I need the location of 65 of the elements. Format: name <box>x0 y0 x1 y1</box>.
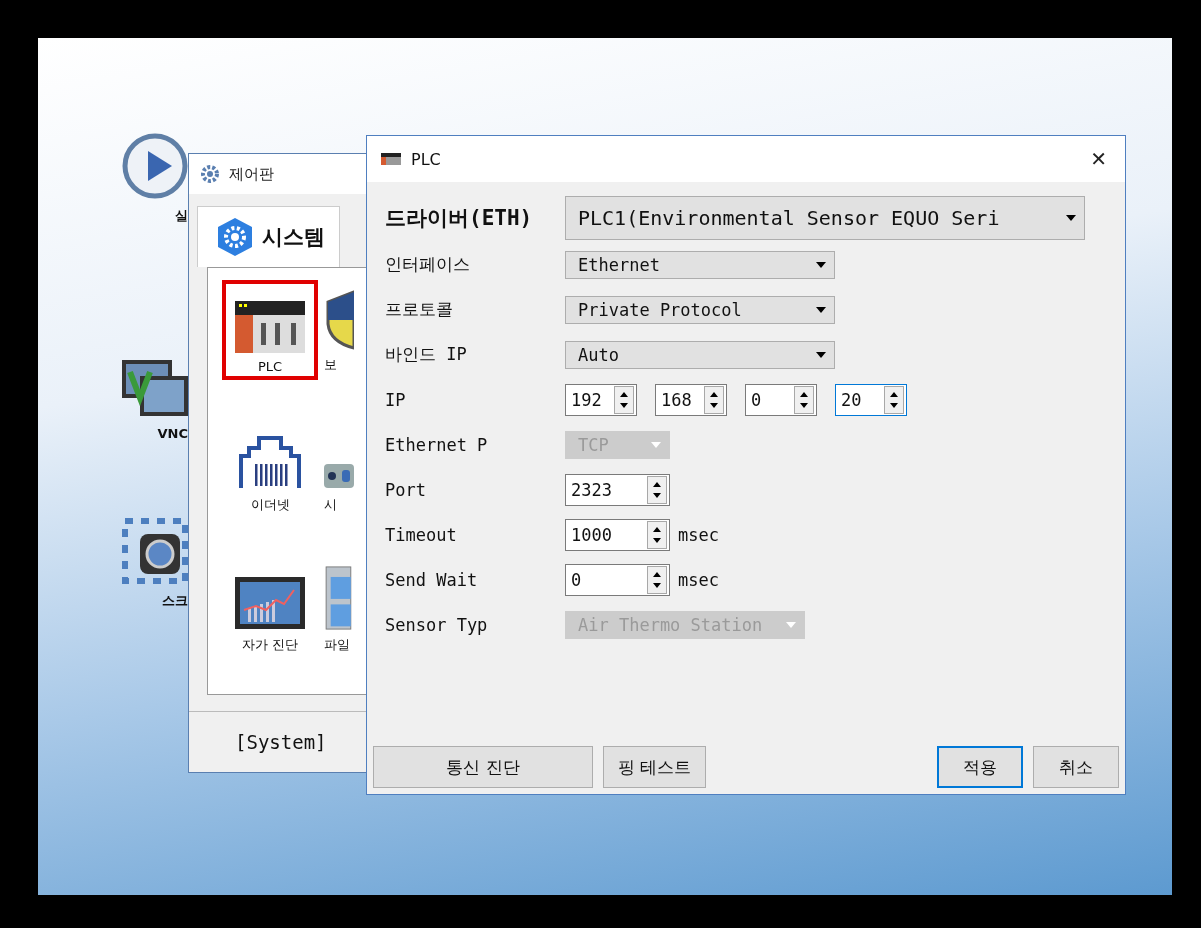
unit-label: msec <box>678 524 719 545</box>
plc-rack-icon <box>235 301 305 353</box>
field-label: Port <box>385 479 427 500</box>
number-field[interactable]: 0 <box>565 563 670 596</box>
caret-icon <box>786 621 796 628</box>
field-label: Timeout <box>385 524 458 545</box>
caret-icon <box>816 306 826 313</box>
caret-icon <box>1066 215 1076 221</box>
spin-arrows-icon[interactable] <box>884 385 904 414</box>
field-label: Ethernet P <box>385 434 489 455</box>
spin-arrows-icon[interactable] <box>647 520 667 549</box>
footer-label: [System] <box>235 731 327 753</box>
control-panel-item[interactable]: 파일 <box>318 560 367 660</box>
field-label: 프로토콜 <box>385 298 454 321</box>
field-label: IP <box>385 389 407 410</box>
number-field[interactable]: 168 <box>655 383 727 416</box>
shield-icon <box>324 290 354 350</box>
number-field[interactable]: 0 <box>745 383 817 416</box>
spin-arrows-icon[interactable] <box>704 385 724 414</box>
monitors-icon <box>122 358 188 418</box>
dropdown[interactable]: Auto <box>565 340 835 369</box>
ethernet-port-icon <box>237 434 303 490</box>
plc-rack-icon <box>381 153 401 165</box>
unit-label: msec <box>678 569 719 590</box>
number-field[interactable]: 1000 <box>565 518 670 551</box>
window-title: PLC <box>411 149 442 169</box>
spin-arrows-icon[interactable] <box>647 475 667 504</box>
control-panel-item[interactable]: 보 <box>318 280 367 380</box>
device-icon <box>324 462 354 490</box>
spin-arrows-icon[interactable] <box>647 565 667 594</box>
desktop-icon-label[interactable]: 실 <box>175 207 188 225</box>
spin-arrows-icon[interactable] <box>794 385 814 414</box>
tab[interactable]: 시스템 <box>197 206 340 267</box>
control-panel-item[interactable]: 시 <box>318 420 367 520</box>
dropdown[interactable]: Private Protocol <box>565 295 835 324</box>
control-panel-item[interactable]: 자가 진단 <box>222 560 318 660</box>
number-field[interactable]: 192 <box>565 383 637 416</box>
action-button[interactable]: 적용 <box>937 746 1023 788</box>
gear-icon <box>216 217 254 257</box>
field-label: 바인드 IP <box>385 343 468 366</box>
field-label: 드라이버(ETH) <box>385 205 534 232</box>
desktop-icon-label[interactable]: VNC <box>157 426 188 441</box>
number-field[interactable]: 2323 <box>565 473 670 506</box>
action-button[interactable]: 핑 테스트 <box>603 746 707 788</box>
number-field[interactable]: 20 <box>835 383 907 416</box>
window-title: 제어판 <box>229 164 274 184</box>
caret-icon <box>816 261 826 268</box>
gear-icon <box>201 164 221 184</box>
chart-monitor-icon <box>234 576 306 630</box>
action-button[interactable]: 통신 진단 <box>373 746 593 788</box>
cabinet-icon <box>324 566 352 630</box>
caret-icon <box>651 441 661 448</box>
field-label: 인터페이스 <box>385 253 471 276</box>
action-button[interactable]: 취소 <box>1033 746 1119 788</box>
desktop-icon-label[interactable]: 스크 <box>162 592 188 610</box>
field-label: Send Wait <box>385 569 479 590</box>
field-label: Sensor Typ <box>385 614 489 635</box>
camera-icon <box>122 518 188 584</box>
spin-arrows-icon[interactable] <box>614 385 634 414</box>
dropdown[interactable]: Ethernet <box>565 250 835 279</box>
close-button[interactable]: ✕ <box>1086 147 1111 171</box>
control-panel-item[interactable]: 이더넷 <box>222 420 318 520</box>
control-panel-item[interactable]: PLC <box>222 280 318 380</box>
caret-icon <box>816 351 826 358</box>
dropdown[interactable]: PLC1(Environmental Sensor EQUO Seri <box>565 196 1085 240</box>
